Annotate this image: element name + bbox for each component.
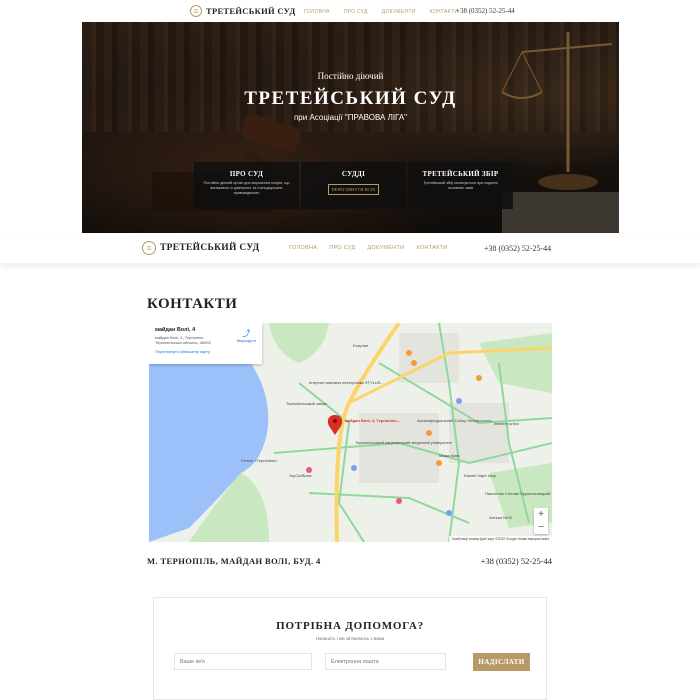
zoom-in-button[interactable]: +: [534, 508, 548, 521]
card-about[interactable]: ПРО СУД Постійно діючий орган для виріше…: [194, 162, 299, 209]
scales-icon: ⚖: [142, 241, 156, 255]
nav-home[interactable]: ГОЛОВНА: [304, 9, 330, 15]
header-phone[interactable]: +38 (0352) 52-25-44: [456, 7, 515, 15]
logo-text: ТРЕТЕЙСЬКИЙ СУД: [160, 243, 260, 253]
help-form: ПОТРІБНА ДОПОМОГА? Напишіть і ми зв'яжем…: [153, 597, 547, 700]
map-attribution[interactable]: Комбінації клавіш Дані карт ©2022 Google…: [449, 536, 552, 542]
scales-icon: ⚖: [190, 5, 202, 17]
card-judges[interactable]: СУДДІ ПЕРЕГЛЯНУТИ ВСІХ: [301, 162, 406, 209]
directions-label: Маршрути: [236, 338, 256, 343]
map-label: Готель «Тернопіль»: [241, 458, 278, 463]
card-desc: Третейський збір сплачується при поданні…: [423, 181, 498, 190]
hero-title: ТРЕТЕЙСЬКИЙ СУД: [244, 88, 457, 109]
zoom-out-button[interactable]: −: [534, 521, 548, 534]
page-title: КОНТАКТИ: [147, 296, 238, 312]
help-subtitle: Напишіть і ми зв'яжемось з вами: [315, 636, 385, 641]
card-desc: Постійно діючий орган для вирішення спор…: [203, 181, 290, 195]
map-label: Тернопільський замок: [286, 401, 327, 406]
larger-map-link[interactable]: Переглянути збільшену карту: [155, 349, 256, 354]
hero-cards: ПРО СУД Постійно діючий орган для виріше…: [194, 162, 513, 209]
hero-kicker: Постійно діючий: [317, 71, 384, 81]
directions-button[interactable]: ⤴ Маршрути: [237, 329, 256, 343]
nav-contacts[interactable]: КОНТАКТИ: [430, 9, 459, 15]
map-info-card: майдан Волі, 4 майдан Волі, 4, Тернопіль…: [149, 323, 262, 364]
card-fee[interactable]: ТРЕТЕЙСЬКИЙ ЗБІР Третейський збір сплачу…: [408, 162, 513, 209]
logo[interactable]: ⚖ ТРЕТЕЙСЬКИЙ СУД: [190, 5, 296, 17]
nav-contacts[interactable]: КОНТАКТИ: [416, 245, 447, 251]
nav-about[interactable]: ПРО СУД: [329, 245, 355, 251]
map-address: майдан Волі, 4, Тернопіль, Тернопільська…: [155, 335, 211, 345]
nav-docs[interactable]: ДОКУМЕНТИ: [382, 9, 416, 15]
pin-label: майдан Волі, 4, Тернопіль...: [345, 418, 401, 423]
help-title: ПОТРІБНА ДОПОМОГА?: [276, 620, 424, 632]
main-nav: ГОЛОВНА ПРО СУД ДОКУМЕНТИ КОНТАКТИ: [289, 245, 448, 251]
card-title: СУДДІ: [341, 170, 366, 178]
view-all-button[interactable]: ПЕРЕГЛЯНУТИ ВСІХ: [327, 184, 380, 195]
top-nav: ГОЛОВНА ПРО СУД ДОКУМЕНТИ КОНТАКТИ: [304, 9, 458, 15]
sticky-header: ⚖ ТРЕТЕЙСЬКИЙ СУД ГОЛОВНА ПРО СУД ДОКУМЕ…: [0, 233, 700, 263]
contact-phone[interactable]: +38 (0352) 52-25-44: [481, 556, 552, 566]
map-label: Ескулап: [353, 343, 369, 348]
card-title: ПРО СУД: [229, 170, 264, 178]
map-label: Kandel Vape shop: [464, 473, 497, 478]
name-input[interactable]: [174, 653, 312, 670]
address-line: М. ТЕРНОПІЛЬ, МАЙДАН ВОЛІ, БУД. 4: [147, 556, 321, 566]
map-label: УкрСибБанк: [289, 473, 312, 478]
google-map[interactable]: майдан Волі, 4, Тернопіль... Тернопільсь…: [149, 323, 552, 542]
map-label: Архикафедральний Собор Непорочного...: [417, 418, 495, 423]
map-label: Тернопільський національний медичний уні…: [355, 440, 453, 445]
email-input[interactable]: [325, 653, 446, 670]
card-title: ТРЕТЕЙСЬКИЙ ЗБІР: [422, 170, 499, 178]
hero-subtitle: при Асоціації "ПРАВОВА ЛІГА": [293, 113, 408, 122]
map-label: western union: [494, 421, 519, 426]
logo[interactable]: ⚖ ТРЕТЕЙСЬКИЙ СУД: [142, 241, 260, 255]
header-phone[interactable]: +38 (0352) 52-25-44: [484, 244, 551, 253]
map-label: Мама Кава: [439, 453, 460, 458]
nav-docs[interactable]: ДОКУМЕНТИ: [367, 245, 404, 251]
submit-button[interactable]: НАДІСЛАТИ: [473, 653, 530, 671]
top-header: ⚖ ТРЕТЕЙСЬКИЙ СУД ГОЛОВНА ПРО СУД ДОКУМЕ…: [0, 0, 700, 22]
map-label: Інтернет-магазин електроніки STYLUS...: [309, 380, 384, 385]
map-label: Пам'ятник Соломії Крушельницькій: [485, 491, 551, 496]
directions-icon: ⤴: [242, 329, 251, 338]
nav-home[interactable]: ГОЛОВНА: [289, 245, 317, 251]
hero-banner: Постійно діючий ТРЕТЕЙСЬКИЙ СУД при Асоц…: [82, 22, 619, 233]
map-label: Аптека №78: [489, 515, 512, 520]
zoom-controls: + −: [534, 508, 548, 534]
logo-text: ТРЕТЕЙСЬКИЙ СУД: [206, 6, 296, 16]
nav-about[interactable]: ПРО СУД: [344, 9, 368, 15]
